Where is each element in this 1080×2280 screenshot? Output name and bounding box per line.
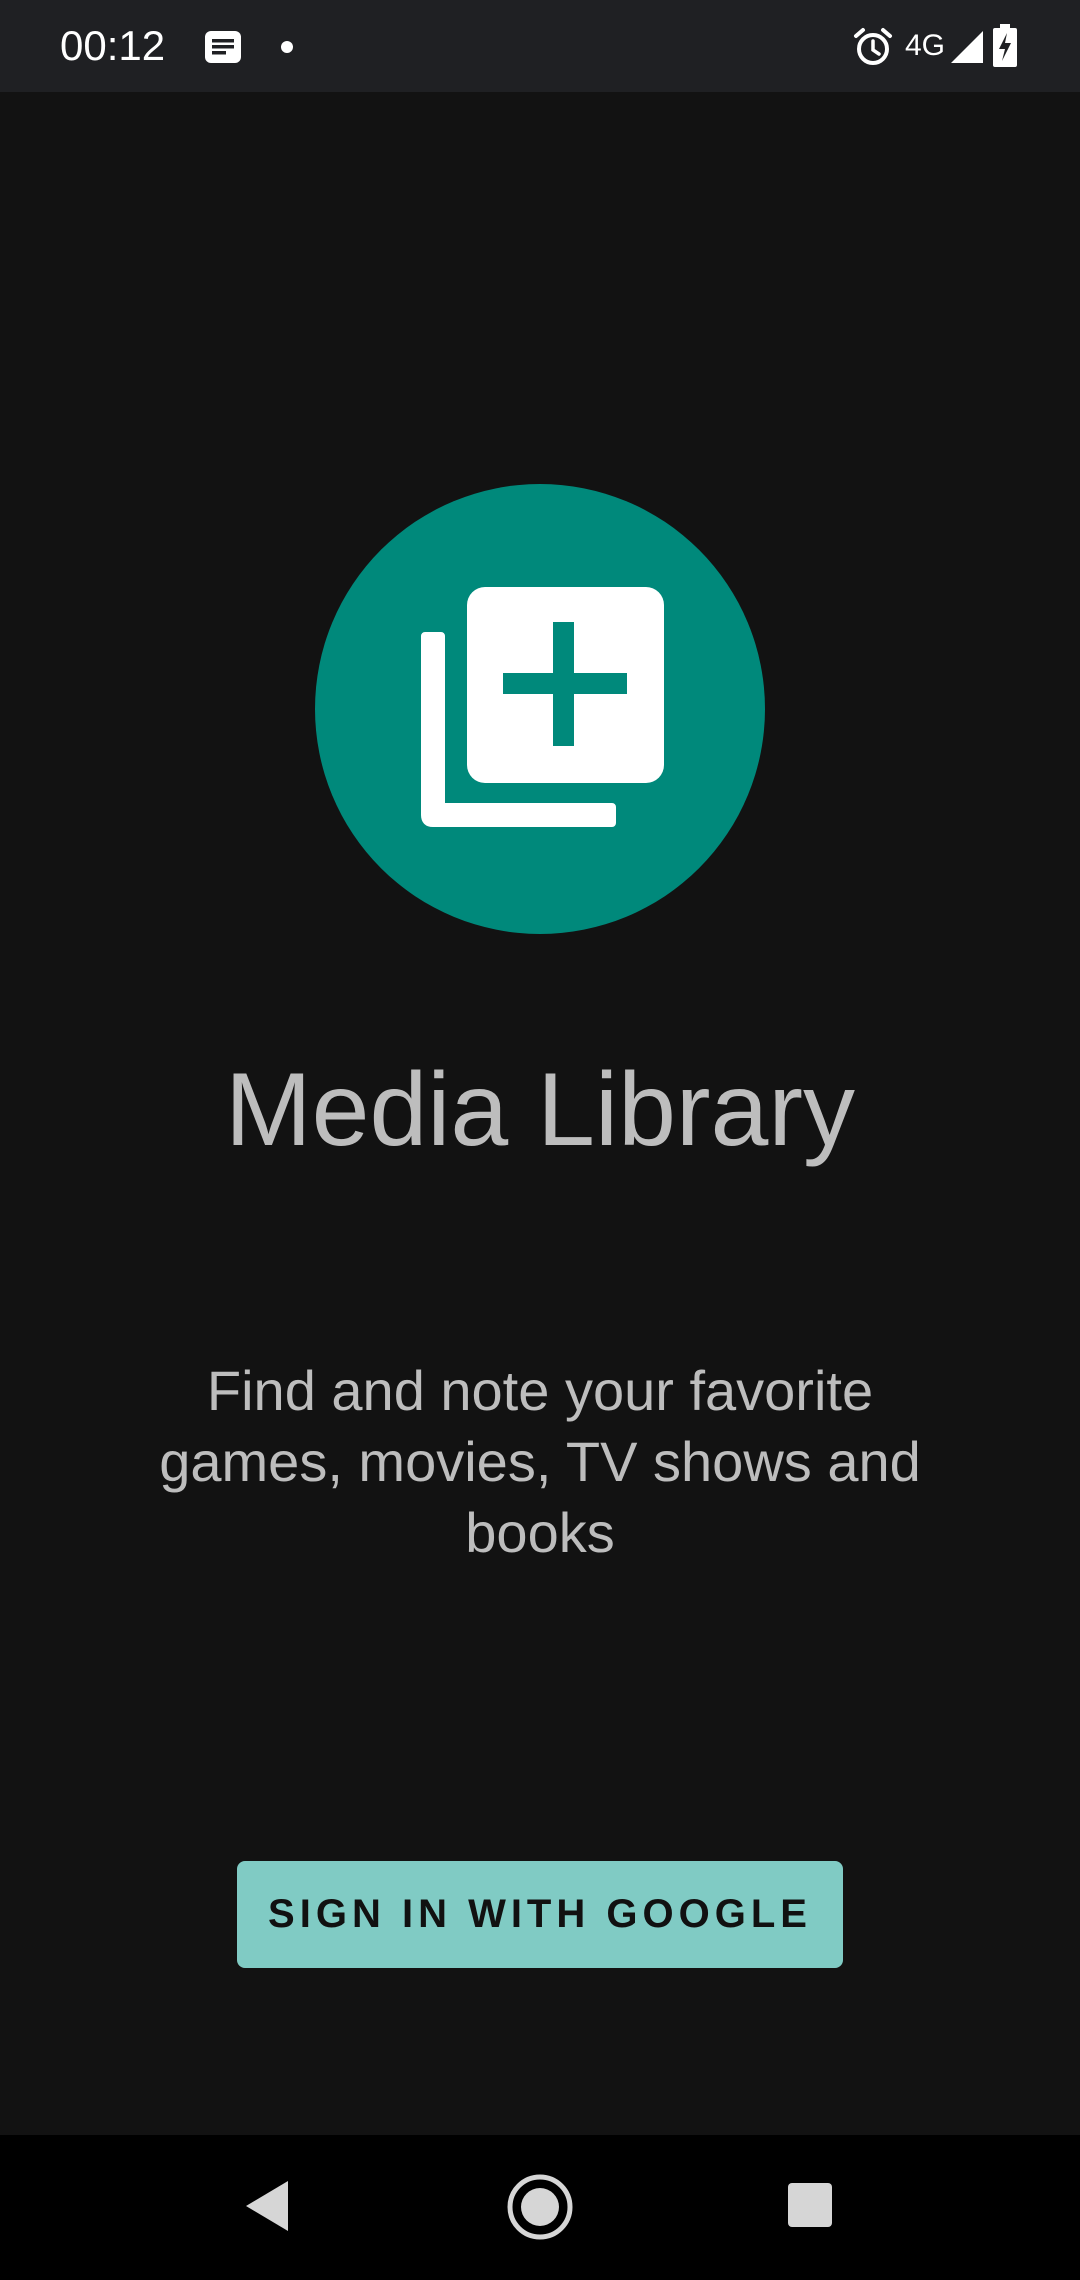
app-title: Media Library — [224, 1052, 856, 1168]
network-type-label: 4G — [905, 29, 946, 62]
alarm-icon — [854, 28, 892, 65]
navigation-bar — [0, 2135, 1080, 2280]
dot-icon — [281, 41, 293, 53]
app-logo — [315, 484, 765, 934]
home-icon[interactable] — [506, 2173, 574, 2241]
battery-charging-icon — [993, 24, 1017, 67]
sign-in-with-google-button[interactable]: SIGN IN WITH GOOGLE — [237, 1861, 843, 1968]
message-notification-icon — [205, 31, 241, 63]
back-icon[interactable] — [240, 2175, 296, 2237]
status-bar: 00:12 4G — [0, 0, 1080, 92]
library-add-icon — [421, 587, 664, 827]
signal-icon — [951, 31, 983, 63]
app-tagline: Find and note your favorite games, movie… — [159, 1359, 921, 1564]
screen: 00:12 4G Media Library Find and note you… — [0, 0, 1080, 2280]
status-time: 00:12 — [60, 22, 166, 69]
recents-icon[interactable] — [786, 2181, 834, 2229]
